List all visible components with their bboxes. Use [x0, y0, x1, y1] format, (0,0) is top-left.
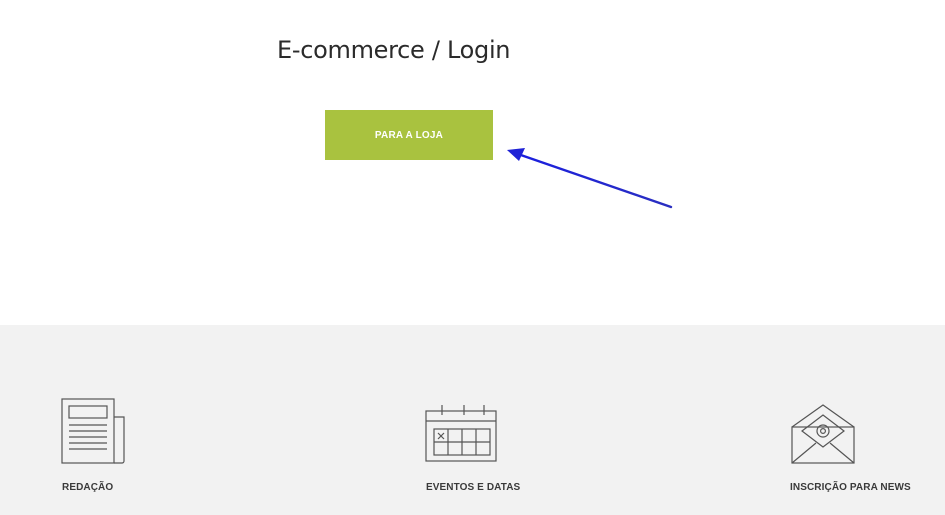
page: E-commerce / Login PARA A LOJA REDAÇÃO E…	[0, 0, 945, 515]
footer-label-redacao: REDAÇÃO	[62, 482, 114, 493]
annotation-arrow-icon	[507, 148, 673, 209]
footer-link-eventos[interactable]: EVENTOS E DATAS	[425, 325, 586, 515]
footer-link-redacao[interactable]: REDAÇÃO	[61, 325, 182, 515]
page-title: E-commerce / Login	[277, 36, 511, 64]
calendar-icon	[425, 405, 497, 462]
to-shop-button[interactable]: PARA A LOJA	[325, 110, 493, 160]
envelope-at-icon	[791, 404, 855, 464]
footer-label-newsletter: INSCRIÇÃO PARA NEWS	[790, 482, 911, 493]
footer-label-eventos: EVENTOS E DATAS	[426, 482, 521, 493]
footer-link-newsletter[interactable]: INSCRIÇÃO PARA NEWS	[790, 325, 945, 515]
newspaper-icon	[61, 398, 125, 464]
footer: REDAÇÃO EVENTOS E DATAS INSCRIÇÃO PARA N…	[0, 325, 945, 515]
